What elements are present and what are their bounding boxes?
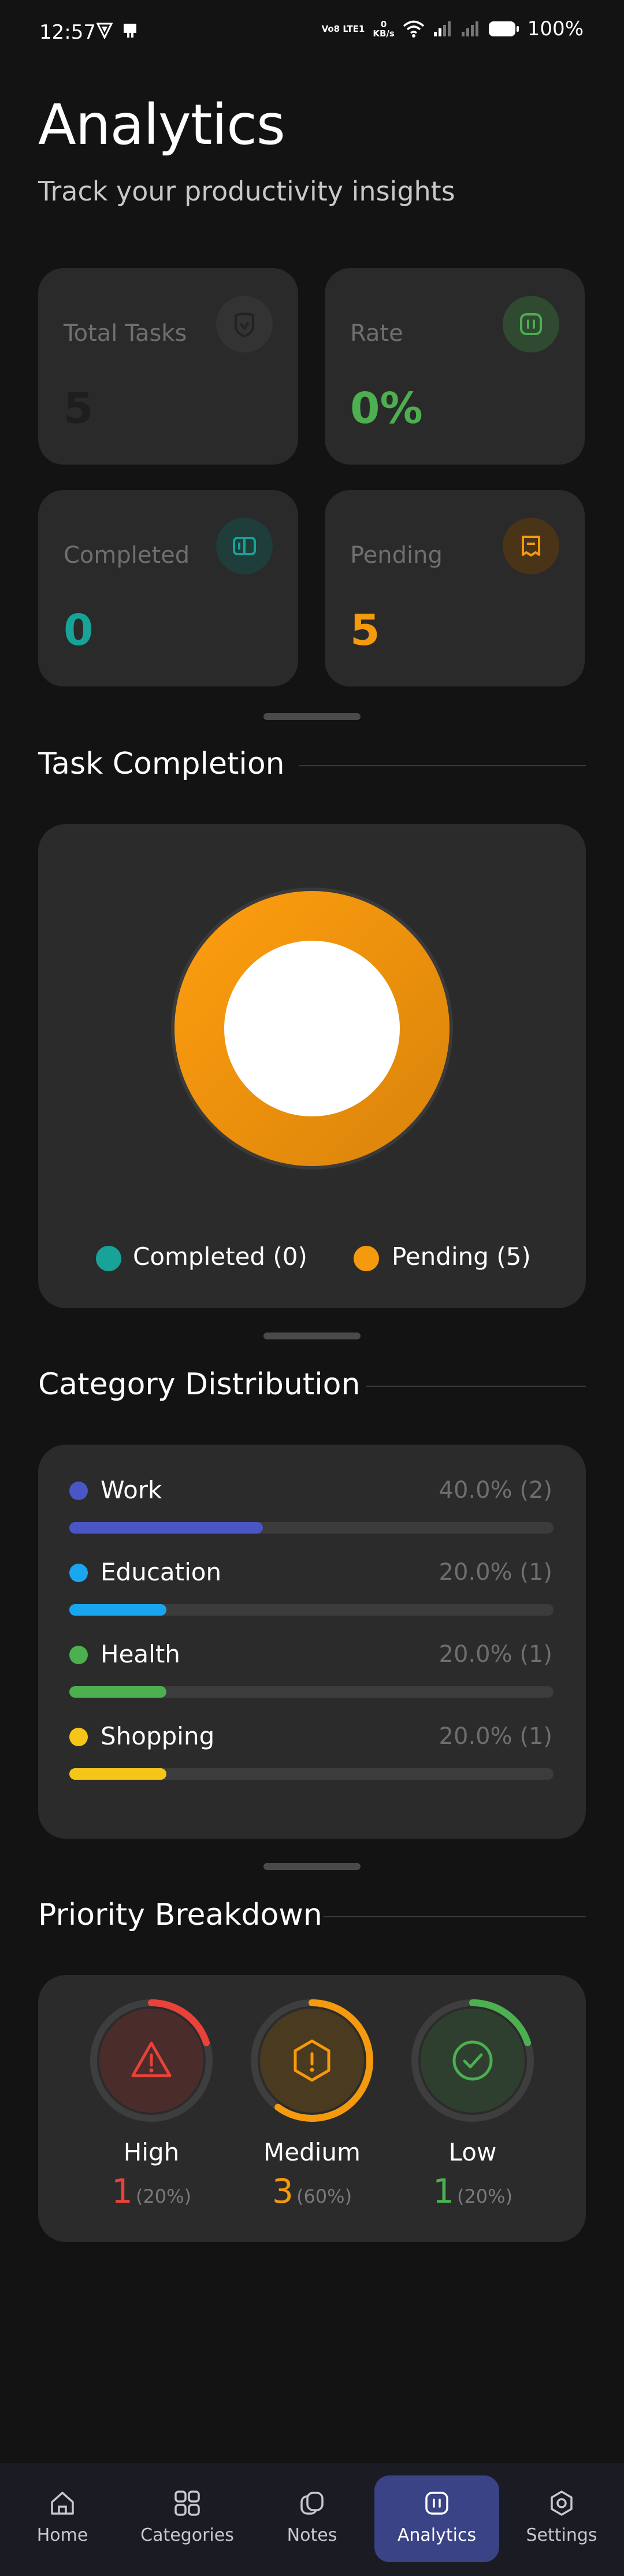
nav-analytics[interactable]: Analytics [379, 2486, 495, 2545]
priority-count: 1 (20%) [111, 2172, 192, 2211]
category-bar-fill [69, 1686, 166, 1698]
category-name: Education [101, 1558, 222, 1586]
status-time: 12:57 [39, 21, 96, 44]
category-name: Health [101, 1640, 180, 1668]
priority-breakdown-panel: High 1 (20%) Medium 3 (60%) Low 1 (20%) [38, 1975, 586, 2242]
completion-donut-chart [171, 888, 453, 1170]
section-divider-handle [263, 1332, 361, 1339]
medium-priority-ring [251, 1999, 373, 2122]
completed-icon [216, 518, 273, 574]
pending-legend-dot [354, 1246, 379, 1271]
priority-label: Low [448, 2138, 497, 2166]
nav-notes-label: Notes [287, 2525, 337, 2545]
category-bar-track [69, 1522, 554, 1534]
category-value: 20.0% (1) [439, 1559, 552, 1586]
vpn-icon [96, 23, 113, 39]
status-notification-icons [96, 22, 139, 39]
network-type: Vo8 LTE1 [321, 24, 365, 34]
wifi-icon [403, 20, 424, 38]
category-name: Work [101, 1476, 162, 1504]
completed-card[interactable]: Completed 0 [38, 490, 298, 686]
notes-icon [300, 2492, 324, 2515]
battery-icon [488, 21, 519, 36]
section-divider-handle [263, 1863, 361, 1870]
category-bar-fill [69, 1604, 166, 1616]
rate-card[interactable]: Rate 0% [325, 268, 585, 465]
shopping-color-dot [69, 1728, 88, 1746]
nav-home-label: Home [36, 2525, 88, 2545]
category-bar-track [69, 1686, 554, 1698]
completed-label: Completed [64, 542, 190, 569]
nav-categories[interactable]: Categories [129, 2486, 245, 2545]
app-notification-icon [124, 24, 136, 38]
total-tasks-value: 5 [64, 384, 94, 433]
priority-breakdown-title: Priority Breakdown [38, 1898, 322, 1932]
health-color-dot [69, 1646, 88, 1664]
pending-value: 5 [350, 606, 380, 655]
total-tasks-label: Total Tasks [64, 320, 187, 347]
category-value: 20.0% (1) [439, 1641, 552, 1668]
shield-icon [216, 296, 273, 352]
analytics-icon [503, 296, 559, 352]
high-priority-ring [90, 1999, 213, 2122]
page-title: Analytics [38, 92, 285, 157]
page-subtitle: Track your productivity insights [38, 176, 455, 207]
rate-value: 0% [350, 384, 423, 433]
nav-settings[interactable]: Settings [504, 2486, 619, 2545]
low-priority-ring [411, 1999, 534, 2122]
pending-icon [503, 518, 559, 574]
settings-icon [551, 2490, 573, 2516]
section-line [324, 1916, 586, 1917]
completed-legend-dot [96, 1246, 121, 1271]
category-bar-track [69, 1604, 554, 1616]
bottom-navigation: Home Categories Notes Analytics Settings [0, 2463, 624, 2576]
signal-icon [433, 21, 451, 36]
category-name: Shopping [101, 1722, 215, 1750]
category-distribution-panel: Work 40.0% (2) Education 20.0% (1) Healt… [38, 1445, 586, 1839]
category-bar-track [69, 1768, 554, 1780]
nav-categories-label: Categories [140, 2525, 234, 2545]
pending-label: Pending [350, 542, 443, 569]
category-bar-fill [69, 1522, 263, 1534]
pending-legend-label: Pending (5) [392, 1242, 531, 1271]
category-distribution-title: Category Distribution [38, 1367, 361, 1402]
section-line [299, 765, 586, 766]
priority-label: Medium [263, 2138, 361, 2166]
work-color-dot [69, 1482, 88, 1500]
nav-notes[interactable]: Notes [254, 2486, 370, 2545]
section-divider-handle [263, 713, 361, 720]
rate-label: Rate [350, 320, 403, 347]
nav-settings-label: Settings [526, 2525, 597, 2545]
grid-icon [174, 2490, 200, 2516]
section-line [366, 1386, 586, 1387]
network-speed: 0 KB/s [373, 19, 395, 39]
nav-home[interactable]: Home [5, 2486, 120, 2545]
priority-label: High [123, 2138, 180, 2166]
analytics-icon [425, 2492, 448, 2515]
priority-count: 3 (60%) [272, 2172, 352, 2211]
category-bar-fill [69, 1768, 166, 1780]
education-color-dot [69, 1564, 88, 1582]
nav-analytics-label: Analytics [397, 2525, 477, 2545]
status-right-indicators: Vo8 LTE1 0 KB/s 100% [322, 17, 584, 40]
task-completion-panel: Completed (0) Pending (5) [38, 824, 586, 1308]
category-value: 40.0% (2) [439, 1477, 552, 1504]
total-tasks-card[interactable]: Total Tasks 5 [38, 268, 298, 465]
donut-center-hole [224, 941, 400, 1116]
completed-value: 0 [64, 606, 94, 655]
battery-percent: 100% [527, 17, 584, 40]
pending-card[interactable]: Pending 5 [325, 490, 585, 686]
signal-icon-2 [461, 21, 478, 36]
completed-legend-label: Completed (0) [133, 1242, 307, 1271]
category-value: 20.0% (1) [439, 1723, 552, 1750]
priority-count: 1 (20%) [432, 2172, 513, 2211]
home-icon [51, 2492, 74, 2515]
status-bar: 12:57 Vo8 LTE1 0 KB/s 100% [0, 0, 624, 65]
task-completion-title: Task Completion [38, 747, 285, 781]
